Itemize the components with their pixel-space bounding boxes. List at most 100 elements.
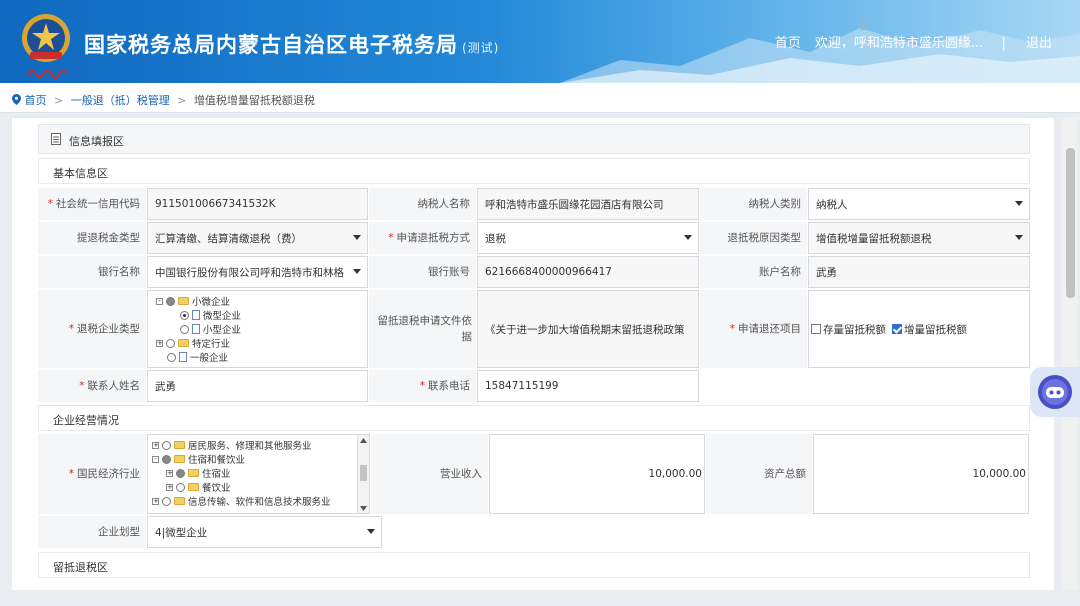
refund-items-group: 存量留抵税额 增量留抵税额 [808, 290, 1030, 368]
section-basic-info: 基本信息区 [38, 158, 1030, 184]
folder-icon [188, 483, 199, 491]
assistant-robot-button[interactable] [1030, 367, 1080, 417]
stock-credit-checkbox[interactable] [811, 324, 821, 334]
tree-item-catering[interactable]: + 餐饮业 [166, 480, 231, 494]
radio-icon[interactable] [176, 468, 185, 478]
bank-account-label: 银行账号 [369, 256, 476, 288]
enterprise-type-tree[interactable]: - 小微企业 微型企业 小型企业 + 特定行业 一般企业 [147, 290, 368, 368]
taxpayer-name-label: 纳税人名称 [369, 188, 476, 220]
apply-method-select[interactable]: 退税 [477, 222, 699, 254]
panel-title: 信息填报区 [69, 135, 124, 148]
basis-field[interactable]: 《关于进一步加大增值税期末留抵退税政策 [477, 290, 699, 368]
expand-icon[interactable]: + [152, 497, 159, 505]
account-name-label: 账户名称 [700, 256, 807, 288]
bank-name-select[interactable]: 中国银行股份有限公司呼和浩特市和林格 [147, 256, 368, 288]
file-icon [192, 310, 200, 320]
basis-label: 留抵退税申请文件依据 [369, 290, 476, 368]
radio-icon[interactable] [167, 352, 176, 362]
breadcrumb-refund-management[interactable]: 一般退（抵）税管理 [71, 94, 170, 107]
folder-icon [174, 455, 185, 463]
expand-icon[interactable]: + [152, 441, 159, 449]
chevron-down-icon [1015, 201, 1023, 206]
chevron-down-icon [353, 269, 361, 274]
site-title-suffix: (测试) [462, 41, 500, 55]
radio-icon[interactable] [166, 296, 175, 306]
radio-icon[interactable] [166, 338, 175, 348]
chevron-down-icon [353, 235, 361, 240]
expand-icon[interactable]: + [156, 339, 163, 347]
radio-icon[interactable] [162, 496, 171, 506]
enterprise-class-select[interactable]: 4|微型企业 [147, 516, 382, 548]
revenue-label: 营业收入 [371, 434, 488, 514]
enterprise-type-label: * 退税企业类型 [38, 290, 146, 368]
site-title: 国家税务总局内蒙古自治区电子税务局 (测试) [84, 29, 499, 59]
revenue-field[interactable]: 10,000.00 [489, 434, 705, 514]
radio-icon[interactable] [162, 454, 171, 464]
tree-item-accommodation-catering[interactable]: - 住宿和餐饮业 [152, 452, 245, 466]
taxpayer-type-label: 纳税人类别 [700, 188, 807, 220]
expand-icon[interactable]: + [166, 469, 173, 477]
folder-icon [178, 297, 189, 305]
radio-icon[interactable] [176, 482, 185, 492]
tree-item-it-services[interactable]: + 信息传输、软件和信息技术服务业 [152, 494, 331, 508]
tree-item-accommodation[interactable]: + 住宿业 [166, 466, 231, 480]
refund-reason-label: 退抵税原因类型 [700, 222, 807, 254]
panel-header: 信息填报区 [38, 124, 1030, 154]
top-nav: 首页 欢迎，呼和浩特市盛乐圆缘... | 退出 [765, 32, 1052, 51]
refund-tax-type-select[interactable]: 汇算清缴、结算清缴退税（费） [147, 222, 368, 254]
apply-method-label: * 申请退抵税方式 [369, 222, 476, 254]
tree-item-micro[interactable]: 微型企业 [180, 308, 241, 322]
folder-icon [174, 497, 185, 505]
industry-tree-scrollbar[interactable] [357, 435, 369, 513]
page-scrollbar[interactable] [1062, 118, 1078, 590]
tree-item-small[interactable]: 小型企业 [180, 322, 241, 336]
tree-item-resident-services[interactable]: + 居民服务、修理和其他服务业 [152, 438, 312, 452]
robot-icon [1038, 375, 1072, 409]
industry-tree[interactable]: + 居民服务、修理和其他服务业 - 住宿和餐饮业 + 住宿业 + 餐饮业 + 信息传输、软… [147, 434, 370, 514]
page-scrollbar-thumb[interactable] [1066, 148, 1075, 298]
contact-phone-field[interactable]: 15847115199 [477, 370, 699, 402]
stock-credit-label[interactable]: 存量留抵税额 [823, 322, 886, 337]
tree-item-small-micro[interactable]: - 小微企业 [156, 294, 230, 308]
chevron-down-icon [684, 235, 692, 240]
collapse-icon[interactable]: - [156, 297, 163, 305]
tax-emblem-icon [22, 14, 70, 62]
total-assets-label: 资产总额 [706, 434, 812, 514]
refund-reason-select[interactable]: 增值税增量留抵税额退税 [808, 222, 1030, 254]
folder-icon [174, 441, 185, 449]
breadcrumb-separator: > [177, 94, 187, 107]
incremental-credit-label[interactable]: 增量留抵税额 [904, 322, 967, 337]
refund-items-label: * 申请退还项目 [700, 290, 807, 368]
document-icon [51, 133, 61, 145]
nav-logout-link[interactable]: 退出 [1026, 36, 1052, 51]
breadcrumb-home[interactable]: 首页 [25, 94, 47, 107]
collapse-icon[interactable]: - [152, 455, 159, 463]
header-banner: 国家税务总局内蒙古自治区电子税务局 (测试) 首页 欢迎，呼和浩特市盛乐圆缘...… [0, 0, 1080, 83]
contact-name-label: * 联系人姓名 [38, 370, 146, 402]
bank-account-field[interactable]: 6216668400000966417 [477, 256, 699, 288]
refund-tax-type-label: 提退税金类型 [38, 222, 146, 254]
file-icon [179, 352, 187, 362]
radio-icon[interactable] [162, 440, 171, 450]
account-name-field[interactable]: 武勇 [808, 256, 1030, 288]
section-refund-label: 留抵退税区 [53, 561, 108, 574]
form-content: 信息填报区 基本信息区 * 社会统一信用代码 91150100667341532K… [12, 118, 1054, 590]
credit-code-label: * 社会统一信用代码 [38, 188, 146, 220]
logo-script [26, 64, 70, 79]
section-business-label: 企业经营情况 [53, 414, 119, 427]
tree-item-specific-industry[interactable]: + 特定行业 [156, 336, 230, 350]
nav-welcome-text[interactable]: 欢迎，呼和浩特市盛乐圆缘... [815, 36, 983, 51]
tree-item-general[interactable]: 一般企业 [167, 350, 228, 364]
credit-code-field[interactable]: 91150100667341532K [147, 188, 368, 220]
total-assets-field[interactable]: 10,000.00 [813, 434, 1029, 514]
contact-name-field[interactable]: 武勇 [147, 370, 368, 402]
nav-home-link[interactable]: 首页 [775, 36, 801, 51]
nav-divider: | [1001, 36, 1006, 51]
incremental-credit-checkbox[interactable] [892, 324, 902, 334]
expand-icon[interactable]: + [166, 483, 173, 491]
taxpayer-name-field[interactable]: 呼和浩特市盛乐圆缘花园酒店有限公司 [477, 188, 699, 220]
radio-selected-icon[interactable] [180, 310, 189, 320]
taxpayer-type-select[interactable]: 纳税人 [808, 188, 1030, 220]
radio-icon[interactable] [180, 324, 189, 334]
folder-icon [188, 469, 199, 477]
